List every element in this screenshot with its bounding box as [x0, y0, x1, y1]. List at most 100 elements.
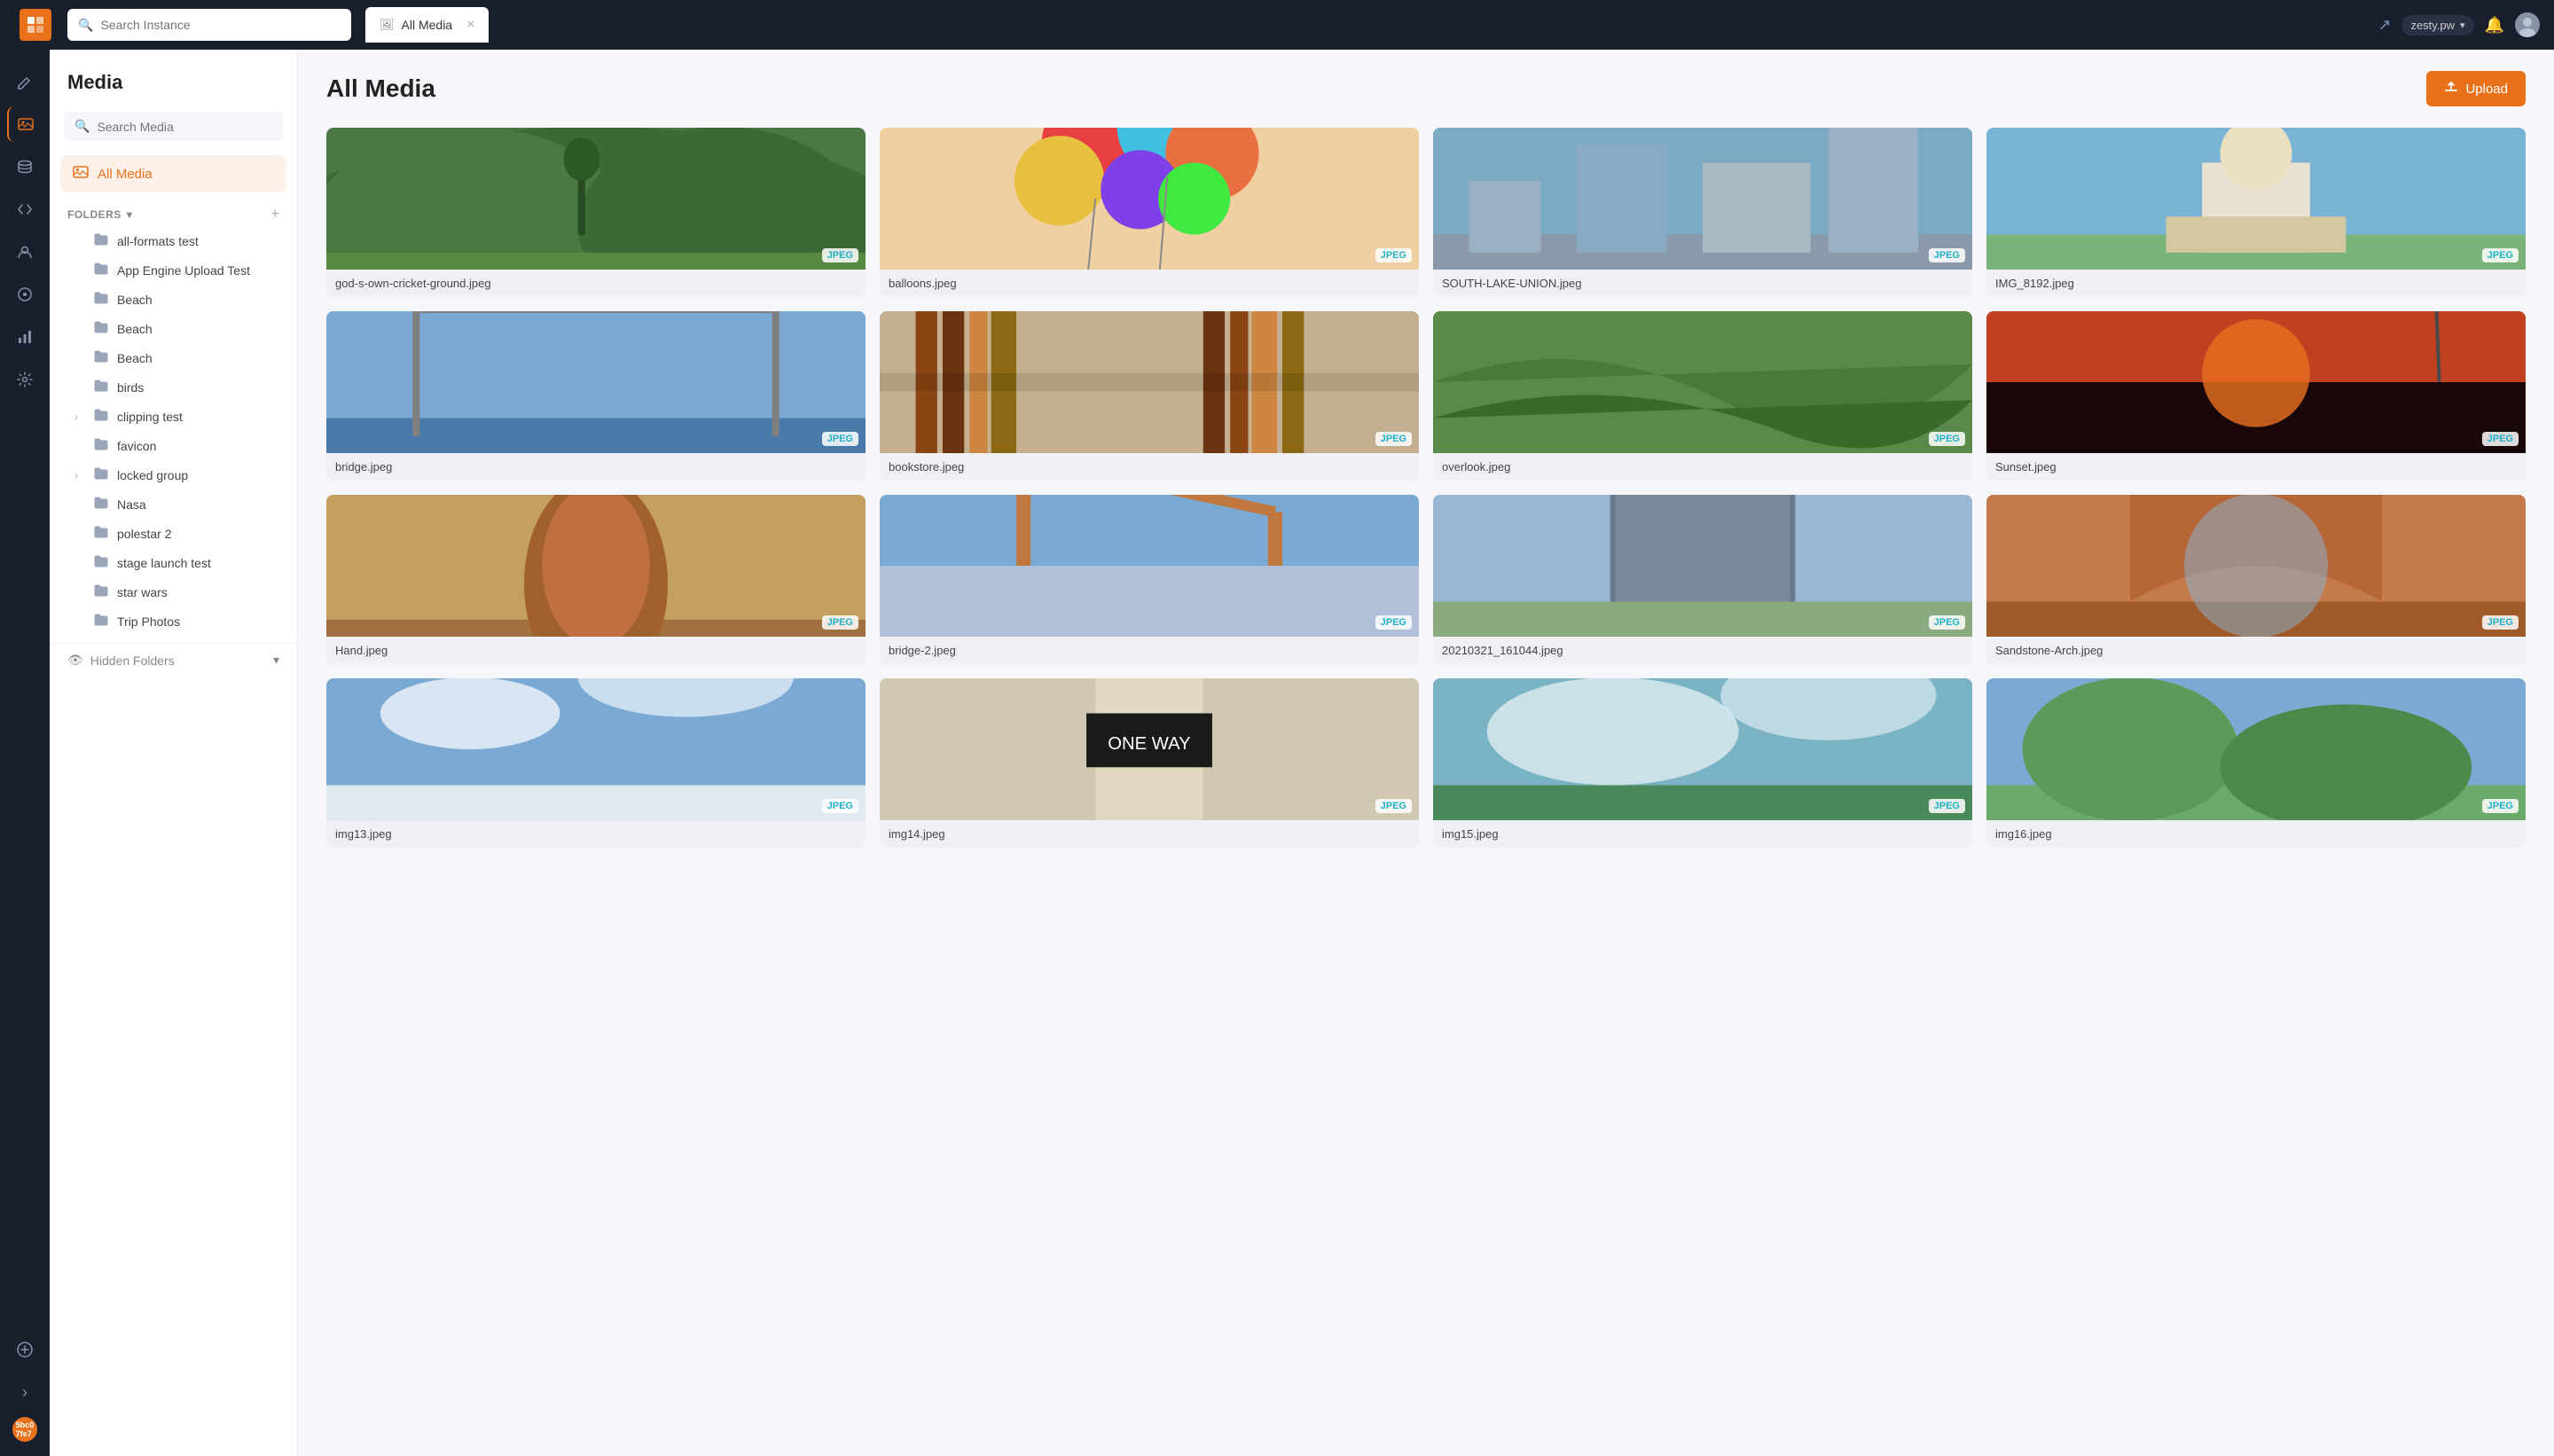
- media-card[interactable]: JPEG bridge.jpeg: [326, 311, 866, 481]
- top-nav: 🔍 🖼 All Media × ↗ zesty.pw ▾ 🔔: [0, 0, 2554, 50]
- chevron-right-icon: ›: [74, 411, 85, 423]
- media-card[interactable]: JPEG Hand.jpeg: [326, 495, 866, 664]
- folder-icon: [94, 350, 108, 365]
- tab-close-icon[interactable]: ×: [466, 17, 474, 33]
- folders-list: all-formats test App Engine Upload Test …: [50, 226, 297, 636]
- hidden-folders-toggle[interactable]: 👁 Hidden Folders ▾: [50, 643, 297, 677]
- folder-name: all-formats test: [117, 234, 199, 248]
- folder-icon: [94, 233, 108, 248]
- media-type-badge: JPEG: [1929, 799, 1965, 813]
- sidebar-folder-item[interactable]: › clipping test: [57, 402, 290, 431]
- nav-media-button[interactable]: [7, 106, 43, 142]
- sidebar-folder-item[interactable]: Beach: [57, 285, 290, 314]
- eye-icon: 👁: [67, 653, 83, 668]
- avatar[interactable]: [2515, 12, 2540, 37]
- folder-name: Nasa: [117, 497, 146, 512]
- folder-icon: [94, 380, 108, 395]
- upload-button[interactable]: Upload: [2426, 71, 2526, 106]
- hidden-folders-label: Hidden Folders: [90, 654, 175, 668]
- user-chip[interactable]: zesty.pw ▾: [2401, 15, 2473, 35]
- sidebar-folder-item[interactable]: Beach: [57, 314, 290, 343]
- nav-settings-dot-button[interactable]: [7, 277, 43, 312]
- media-card[interactable]: JPEG overlook.jpeg: [1433, 311, 1972, 481]
- media-filename: bridge-2.jpeg: [880, 637, 1419, 664]
- media-type-badge: JPEG: [2482, 248, 2519, 262]
- nav-chart-button[interactable]: [7, 319, 43, 355]
- all-media-button[interactable]: All Media: [60, 155, 286, 192]
- logo-area: [14, 9, 57, 41]
- media-type-badge: JPEG: [1929, 248, 1965, 262]
- sidebar-search-bar[interactable]: 🔍: [64, 112, 283, 141]
- sidebar-folder-item[interactable]: App Engine Upload Test: [57, 255, 290, 285]
- folder-icon: [94, 584, 108, 599]
- instance-search-bar[interactable]: 🔍: [67, 9, 351, 41]
- svg-text:ONE WAY: ONE WAY: [1108, 734, 1191, 754]
- external-link-button[interactable]: ↗: [2378, 16, 2391, 35]
- media-card[interactable]: JPEG 20210321_161044.jpeg: [1433, 495, 1972, 664]
- media-type-badge: JPEG: [2482, 615, 2519, 630]
- media-card[interactable]: JPEG Sunset.jpeg: [1986, 311, 2526, 481]
- nav-contacts-button[interactable]: [7, 234, 43, 270]
- media-card[interactable]: JPEG god-s-own-cricket-ground.jpeg: [326, 128, 866, 297]
- tab-media-icon: 🖼: [380, 18, 395, 32]
- notification-button[interactable]: 🔔: [2485, 16, 2504, 35]
- media-card[interactable]: JPEG img15.jpeg: [1433, 678, 1972, 848]
- nav-code-button[interactable]: [7, 192, 43, 227]
- instance-search-input[interactable]: [100, 18, 341, 32]
- media-thumbnail: JPEG: [1433, 495, 1972, 637]
- media-card[interactable]: JPEG Sandstone-Arch.jpeg: [1986, 495, 2526, 664]
- media-card[interactable]: JPEG img13.jpeg: [326, 678, 866, 848]
- sidebar-folder-item[interactable]: star wars: [57, 577, 290, 607]
- media-thumbnail: JPEG: [1986, 678, 2526, 820]
- media-thumbnail: JPEG: [1986, 128, 2526, 270]
- nav-database-button[interactable]: [7, 149, 43, 184]
- media-type-badge: JPEG: [822, 432, 858, 446]
- folder-icon: [94, 614, 108, 629]
- sidebar-folder-item[interactable]: Beach: [57, 343, 290, 372]
- sidebar-folder-item[interactable]: favicon: [57, 431, 290, 460]
- media-filename: img14.jpeg: [880, 820, 1419, 848]
- chevron-down-icon: ▾: [273, 653, 279, 668]
- tab-label[interactable]: All Media: [402, 18, 453, 32]
- media-filename: SOUTH-LAKE-UNION.jpeg: [1433, 270, 1972, 297]
- image-grid: JPEG god-s-own-cricket-ground.jpeg JPEG …: [326, 128, 2526, 848]
- sidebar-folder-item[interactable]: Nasa: [57, 489, 290, 519]
- sidebar-folder-item[interactable]: › locked group: [57, 460, 290, 489]
- folder-name: favicon: [117, 439, 156, 453]
- media-type-badge: JPEG: [1929, 615, 1965, 630]
- media-thumbnail: JPEG: [1433, 311, 1972, 453]
- sidebar-search-input[interactable]: [97, 120, 272, 134]
- nav-gear-button[interactable]: [7, 362, 43, 397]
- media-card[interactable]: JPEG SOUTH-LAKE-UNION.jpeg: [1433, 128, 1972, 297]
- media-thumbnail: JPEG: [1986, 311, 2526, 453]
- media-filename: overlook.jpeg: [1433, 453, 1972, 481]
- media-card[interactable]: ONE WAY JPEG img14.jpeg: [880, 678, 1419, 848]
- media-thumbnail: JPEG: [326, 128, 866, 270]
- sidebar-folder-item[interactable]: Trip Photos: [57, 607, 290, 636]
- nav-edit-button[interactable]: [7, 64, 43, 99]
- media-card[interactable]: JPEG bookstore.jpeg: [880, 311, 1419, 481]
- sidebar-folder-item[interactable]: polestar 2: [57, 519, 290, 548]
- folder-icon: [94, 526, 108, 541]
- media-thumbnail: JPEG: [1433, 678, 1972, 820]
- sidebar-folder-item[interactable]: stage launch test: [57, 548, 290, 577]
- sidebar-header: Media: [50, 50, 297, 105]
- media-filename: img15.jpeg: [1433, 820, 1972, 848]
- all-media-icon: [73, 164, 89, 184]
- sidebar-search-icon: 🔍: [74, 119, 90, 134]
- media-filename: Hand.jpeg: [326, 637, 866, 664]
- sidebar-folder-item[interactable]: all-formats test: [57, 226, 290, 255]
- media-card[interactable]: JPEG balloons.jpeg: [880, 128, 1419, 297]
- media-type-badge: JPEG: [1929, 432, 1965, 446]
- content-header: All Media Upload: [326, 71, 2526, 106]
- media-card[interactable]: JPEG IMG_8192.jpeg: [1986, 128, 2526, 297]
- media-filename: balloons.jpeg: [880, 270, 1419, 297]
- media-card[interactable]: JPEG img16.jpeg: [1986, 678, 2526, 848]
- add-folder-button[interactable]: +: [271, 207, 279, 223]
- nav-add-button[interactable]: [7, 1332, 43, 1367]
- media-filename: bridge.jpeg: [326, 453, 866, 481]
- media-card[interactable]: JPEG bridge-2.jpeg: [880, 495, 1419, 664]
- sidebar-folder-item[interactable]: birds: [57, 372, 290, 402]
- nav-collapse-button[interactable]: ›: [7, 1374, 43, 1410]
- media-filename: img16.jpeg: [1986, 820, 2526, 848]
